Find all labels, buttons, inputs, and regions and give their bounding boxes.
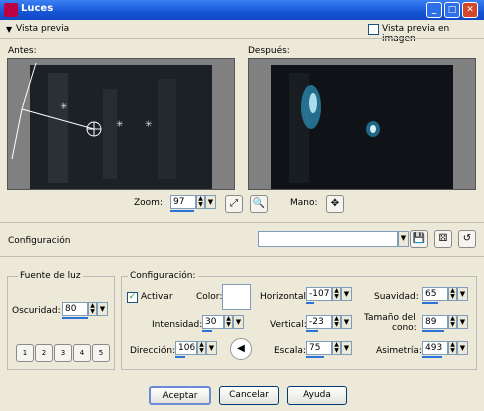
- light-source-title: Fuente de luz: [18, 271, 83, 281]
- direction-input[interactable]: 106: [175, 341, 197, 355]
- direction-dropdown[interactable]: ▼: [206, 341, 217, 355]
- smoothness-underline: [422, 302, 438, 304]
- randomize-icon[interactable]: ⚄: [434, 230, 452, 248]
- scale-dropdown[interactable]: ▼: [341, 341, 352, 355]
- light-2-button[interactable]: 2: [35, 344, 53, 362]
- save-preset-icon[interactable]: 💾: [410, 230, 428, 248]
- darkness-spinner[interactable]: ▲ ▼: [88, 302, 97, 316]
- vertical-dropdown[interactable]: ▼: [341, 315, 352, 329]
- svg-text:✳: ✳: [60, 102, 68, 112]
- intensity-dropdown[interactable]: ▼: [233, 315, 244, 329]
- after-label: Después:: [248, 46, 290, 56]
- direction-underline: [175, 356, 185, 358]
- activate-checkbox[interactable]: ✓: [127, 292, 138, 303]
- vertical-label: Vertical:: [270, 320, 307, 330]
- collapse-triangle-icon[interactable]: ▼: [6, 25, 12, 34]
- pan-icon[interactable]: ✥: [326, 195, 344, 213]
- horizontal-dropdown[interactable]: ▼: [341, 287, 352, 301]
- config-label: Configuración: [8, 236, 71, 246]
- divider: [0, 222, 484, 223]
- asymmetry-label: Asimetría:: [376, 346, 422, 356]
- preview-toggle-label[interactable]: Vista previa: [16, 24, 69, 34]
- smoothness-spinner[interactable]: ▲ ▼: [448, 287, 457, 301]
- zoom-input[interactable]: 97: [170, 195, 196, 209]
- light-4-button[interactable]: 4: [73, 344, 91, 362]
- color-label: Color:: [196, 292, 223, 302]
- vertical-input[interactable]: -23: [306, 315, 332, 329]
- settings-title: Configuración:: [128, 271, 198, 281]
- direction-label: Dirección:: [130, 346, 176, 356]
- intensity-spinner[interactable]: ▲ ▼: [224, 315, 233, 329]
- horizontal-input[interactable]: -107: [306, 287, 332, 301]
- light-5-button[interactable]: 5: [92, 344, 110, 362]
- intensity-label: Intensidad:: [152, 320, 203, 330]
- zoom-actual-size-icon[interactable]: 🔍: [250, 195, 268, 213]
- intensity-underline: [202, 330, 212, 332]
- help-button[interactable]: Ayuda: [287, 386, 347, 405]
- reset-icon[interactable]: ↺: [458, 230, 476, 248]
- asymmetry-underline: [422, 356, 442, 358]
- smoothness-input[interactable]: 65: [422, 287, 448, 301]
- scale-underline: [306, 356, 324, 358]
- cone-size-dropdown[interactable]: ▼: [457, 315, 468, 329]
- svg-text:✳: ✳: [116, 120, 124, 130]
- darkness-underline: [62, 317, 88, 319]
- accept-button[interactable]: Aceptar: [149, 386, 211, 405]
- zoom-dropdown[interactable]: ▼: [205, 195, 216, 209]
- fit-to-window-icon[interactable]: ⤢: [225, 195, 243, 213]
- app-icon: [4, 3, 18, 17]
- cancel-button[interactable]: Cancelar: [219, 386, 279, 405]
- direction-dial-icon[interactable]: ◀: [230, 338, 252, 360]
- svg-text:✳: ✳: [145, 120, 153, 130]
- darkness-input[interactable]: 80: [62, 302, 88, 316]
- asymmetry-dropdown[interactable]: ▼: [457, 341, 468, 355]
- scale-input[interactable]: 75: [306, 341, 332, 355]
- activate-label: Activar: [141, 292, 173, 302]
- before-preview[interactable]: ✳ ✳ ✳: [7, 58, 235, 190]
- horizontal-underline: [306, 302, 314, 304]
- darkness-dropdown[interactable]: ▼: [97, 302, 108, 316]
- zoom-label: Zoom:: [134, 198, 163, 208]
- image-preview-checkbox[interactable]: [368, 24, 379, 35]
- preset-dropdown[interactable]: ▼: [398, 231, 409, 247]
- asymmetry-input[interactable]: 493: [422, 341, 448, 355]
- cone-size-input[interactable]: 89: [422, 315, 448, 329]
- asymmetry-spinner[interactable]: ▲ ▼: [448, 341, 457, 355]
- preset-select[interactable]: [258, 231, 398, 247]
- scale-label: Escala:: [274, 346, 306, 356]
- before-label: Antes:: [8, 46, 37, 56]
- smoothness-label: Suavidad:: [374, 292, 419, 302]
- hand-label: Mano:: [290, 198, 318, 208]
- after-preview: [248, 58, 476, 190]
- zoom-underline: [170, 210, 194, 212]
- direction-spinner[interactable]: ▲ ▼: [197, 341, 206, 355]
- close-icon[interactable]: ✕: [462, 2, 478, 18]
- color-swatch[interactable]: [222, 284, 251, 310]
- scale-spinner[interactable]: ▲ ▼: [332, 341, 341, 355]
- cone-size-underline: [422, 330, 444, 332]
- divider: [0, 256, 484, 257]
- horizontal-label: Horizontal:: [260, 292, 309, 302]
- light-1-button[interactable]: 1: [16, 344, 34, 362]
- smoothness-dropdown[interactable]: ▼: [457, 287, 468, 301]
- darkness-label: Oscuridad:: [12, 306, 61, 316]
- cone-size-label-2: cono:: [392, 323, 417, 333]
- title-bar: [0, 0, 484, 20]
- vertical-underline: [306, 330, 318, 332]
- image-preview-label: Vista previa en imagen: [382, 24, 450, 44]
- cone-size-spinner[interactable]: ▲ ▼: [448, 315, 457, 329]
- maximize-icon[interactable]: □: [444, 2, 460, 18]
- window-title: Luces: [21, 3, 54, 14]
- light-3-button[interactable]: 3: [54, 344, 72, 362]
- vertical-spinner[interactable]: ▲ ▼: [332, 315, 341, 329]
- horizontal-spinner[interactable]: ▲ ▼: [332, 287, 341, 301]
- minimize-icon[interactable]: _: [426, 2, 442, 18]
- intensity-input[interactable]: 30: [202, 315, 224, 329]
- zoom-spinner[interactable]: ▲ ▼: [196, 195, 205, 209]
- cone-size-label-1: Tamaño del: [364, 313, 416, 323]
- divider: [0, 38, 484, 39]
